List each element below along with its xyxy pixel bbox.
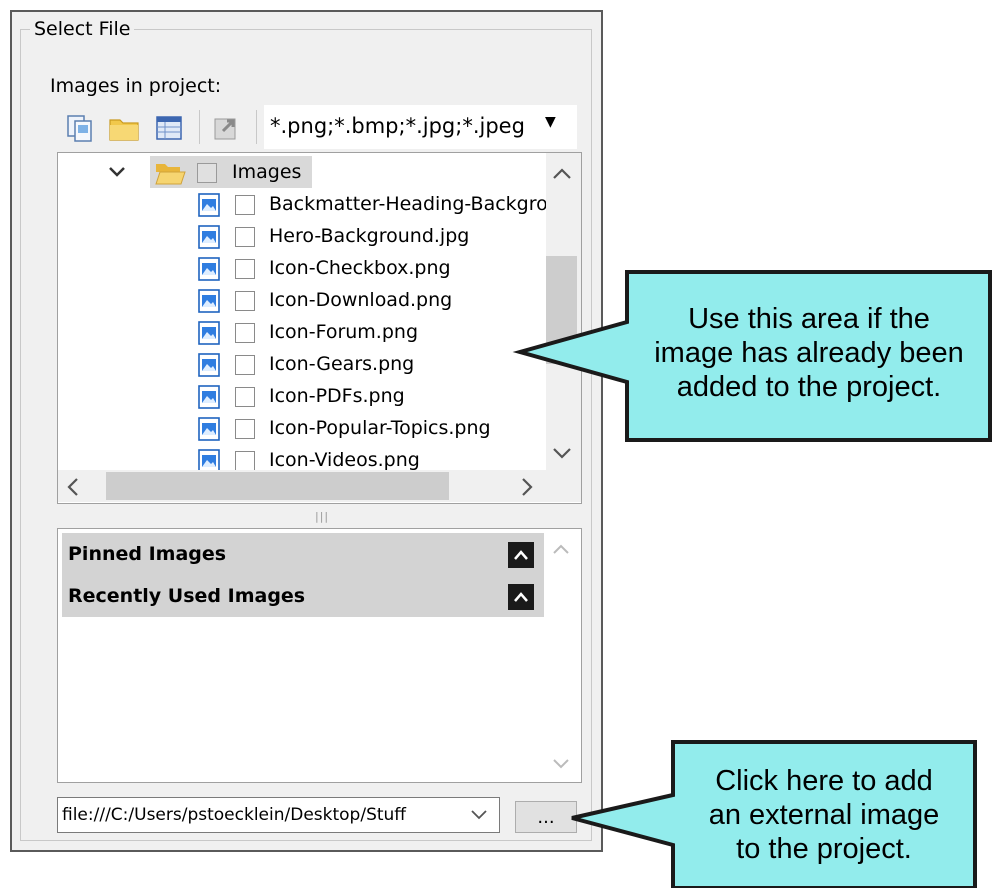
callout-existing-image-text: Use this area if the image has already be… bbox=[654, 303, 964, 403]
annotation-callouts bbox=[512, 270, 992, 888]
callout-external-image-text: Click here to add an external image to the… bbox=[708, 765, 940, 865]
